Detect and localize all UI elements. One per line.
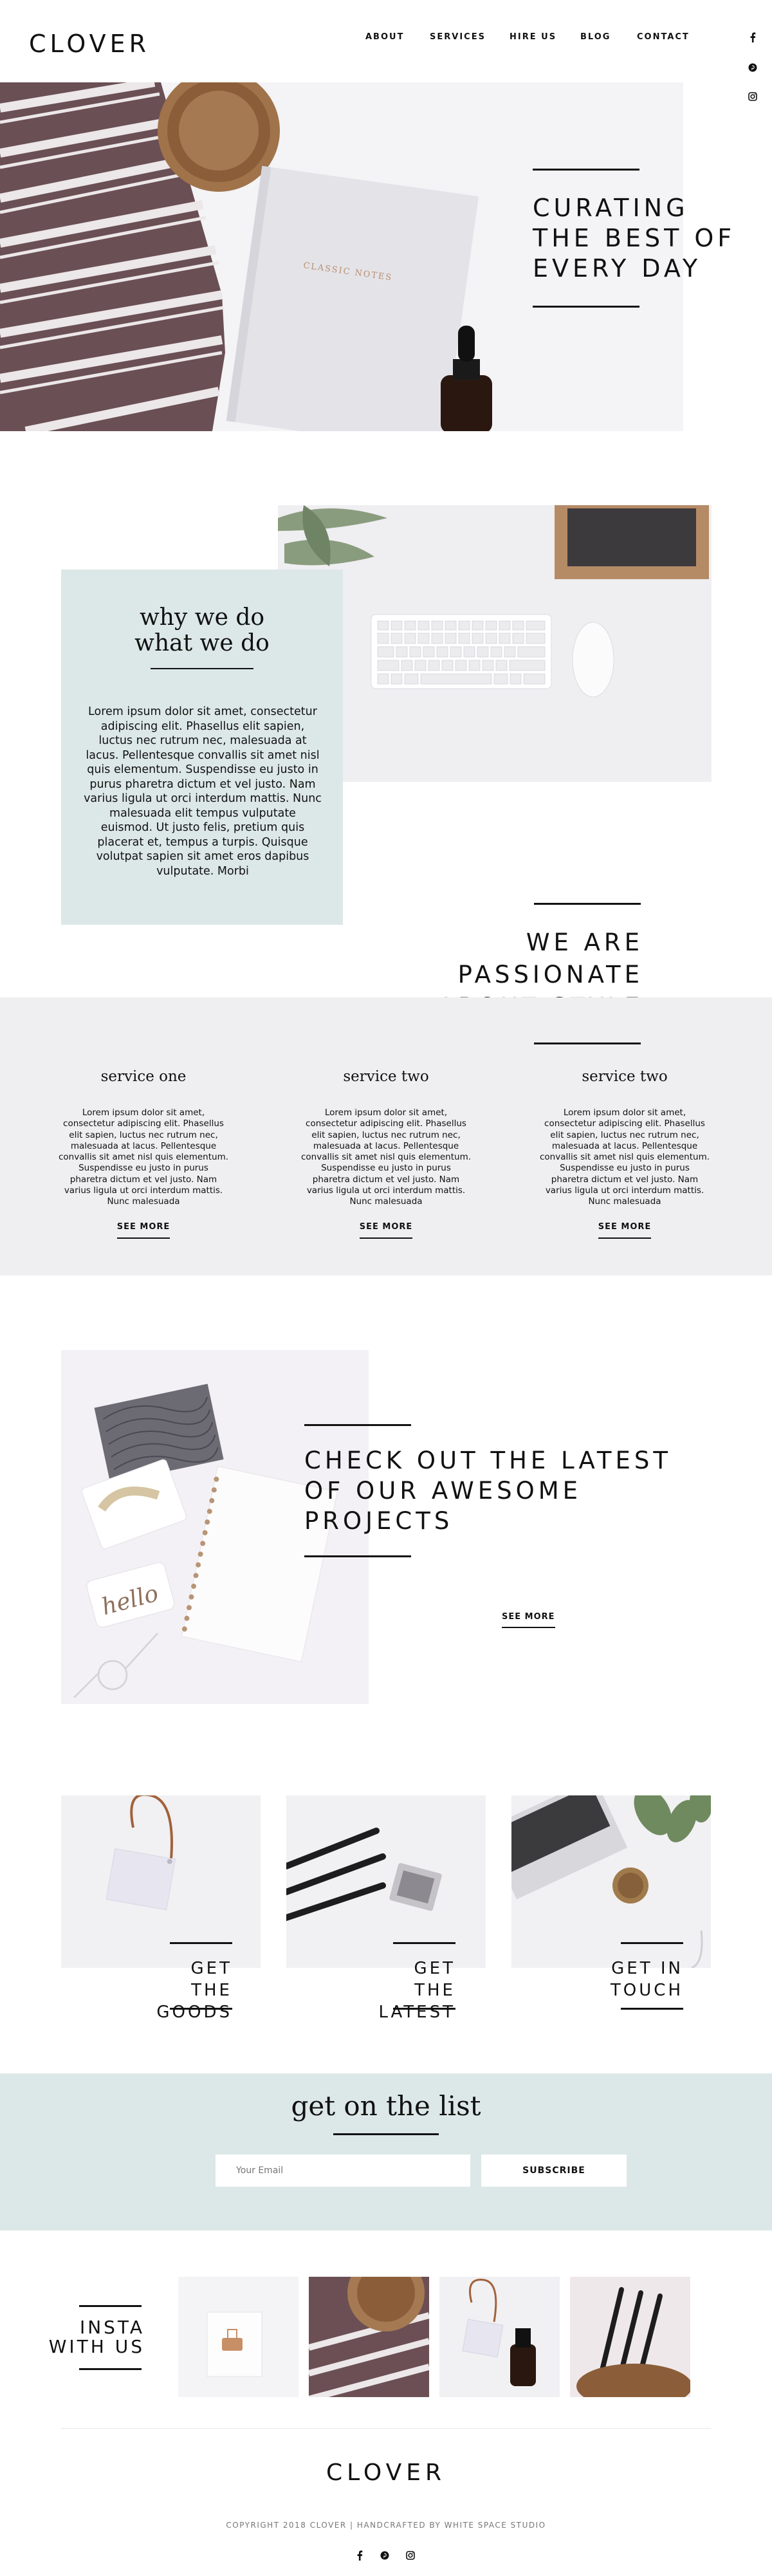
service-title: service two xyxy=(343,1068,429,1085)
newsletter-title: get on the list xyxy=(291,2090,481,2122)
get-latest-link[interactable]: GET THE LATEST xyxy=(372,1958,455,2023)
service-card: service two Lorem ipsum dolor sit amet, … xyxy=(290,1068,482,1239)
insta-photo[interactable] xyxy=(309,2277,429,2397)
service-text: Lorem ipsum dolor sit amet, consectetur … xyxy=(301,1107,472,1207)
passion-rule-top xyxy=(534,903,641,905)
nav-services[interactable]: SERVICES xyxy=(430,32,486,42)
why-title: why we do what we do xyxy=(134,604,270,656)
instagram-icon[interactable] xyxy=(745,89,760,104)
hero-rule-bottom xyxy=(533,306,639,308)
passion-rule-bottom xyxy=(534,1042,641,1044)
footer-divider xyxy=(61,2428,711,2429)
subscribe-button[interactable]: SUBSCRIBE xyxy=(481,2154,627,2187)
nav-hire-us[interactable]: HIRE US xyxy=(510,32,556,42)
service-card: service two Lorem ipsum dolor sit amet, … xyxy=(528,1068,721,1239)
service-title: service two xyxy=(582,1068,668,1085)
insta-rule-bottom xyxy=(79,2368,142,2370)
nav-contact[interactable]: CONTACT xyxy=(637,32,690,42)
copyright-text: COPYRIGHT 2018 CLOVER | HANDCRAFTED BY W… xyxy=(226,2521,546,2530)
latest-image[interactable] xyxy=(286,1795,486,1968)
email-input[interactable] xyxy=(216,2154,470,2187)
latest-rule-top xyxy=(393,1942,455,1944)
hero-title: CURATING THE BEST OF EVERY DAY xyxy=(533,194,736,283)
goods-rule-bottom xyxy=(170,2008,232,2010)
touch-rule-bottom xyxy=(621,2008,683,2010)
why-text: Lorem ipsum dolor sit amet, consectetur … xyxy=(84,705,322,878)
projects-title: CHECK OUT THE LATEST OF OUR AWESOME PROJ… xyxy=(304,1447,672,1535)
site-logo[interactable]: CLOVER xyxy=(29,30,150,58)
get-goods-link[interactable]: GET THE GOODS xyxy=(149,1958,232,2023)
instagram-icon[interactable] xyxy=(403,2548,418,2562)
service-text: Lorem ipsum dolor sit amet, consectetur … xyxy=(59,1107,229,1207)
insta-rule-top xyxy=(79,2305,142,2307)
service-see-more-button[interactable]: SEE MORE xyxy=(359,1222,413,1239)
get-in-touch-link[interactable]: GET IN TOUCH xyxy=(600,1958,683,2001)
goods-rule-top xyxy=(170,1942,232,1944)
touch-rule-top xyxy=(621,1942,683,1944)
keyboard-image xyxy=(278,505,712,782)
service-title: service one xyxy=(100,1068,187,1085)
service-card: service one Lorem ipsum dolor sit amet, … xyxy=(47,1068,240,1239)
insta-photo[interactable] xyxy=(439,2277,560,2397)
service-text: Lorem ipsum dolor sit amet, consectetur … xyxy=(540,1107,710,1207)
why-rule xyxy=(151,668,253,669)
service-see-more-button[interactable]: SEE MORE xyxy=(598,1222,652,1239)
pinterest-icon[interactable] xyxy=(745,60,760,75)
insta-photo[interactable] xyxy=(570,2277,690,2397)
pinterest-icon[interactable] xyxy=(378,2548,392,2562)
service-see-more-button[interactable]: SEE MORE xyxy=(116,1222,170,1239)
insta-photo[interactable] xyxy=(178,2277,299,2397)
facebook-icon[interactable] xyxy=(353,2548,367,2562)
footer-logo[interactable]: CLOVER xyxy=(0,2460,772,2486)
insta-title: INSTA WITH US xyxy=(48,2317,145,2357)
nav-about[interactable]: ABOUT xyxy=(365,32,404,42)
latest-rule-bottom xyxy=(393,2008,455,2010)
facebook-icon[interactable] xyxy=(745,30,760,45)
hero-rule-top xyxy=(533,169,639,171)
newsletter-rule xyxy=(333,2133,439,2135)
projects-see-more-button[interactable]: SEE MORE xyxy=(502,1612,555,1628)
projects-rule-bottom xyxy=(304,1555,411,1557)
nav-blog[interactable]: BLOG xyxy=(580,32,611,42)
projects-rule-top xyxy=(304,1424,411,1426)
